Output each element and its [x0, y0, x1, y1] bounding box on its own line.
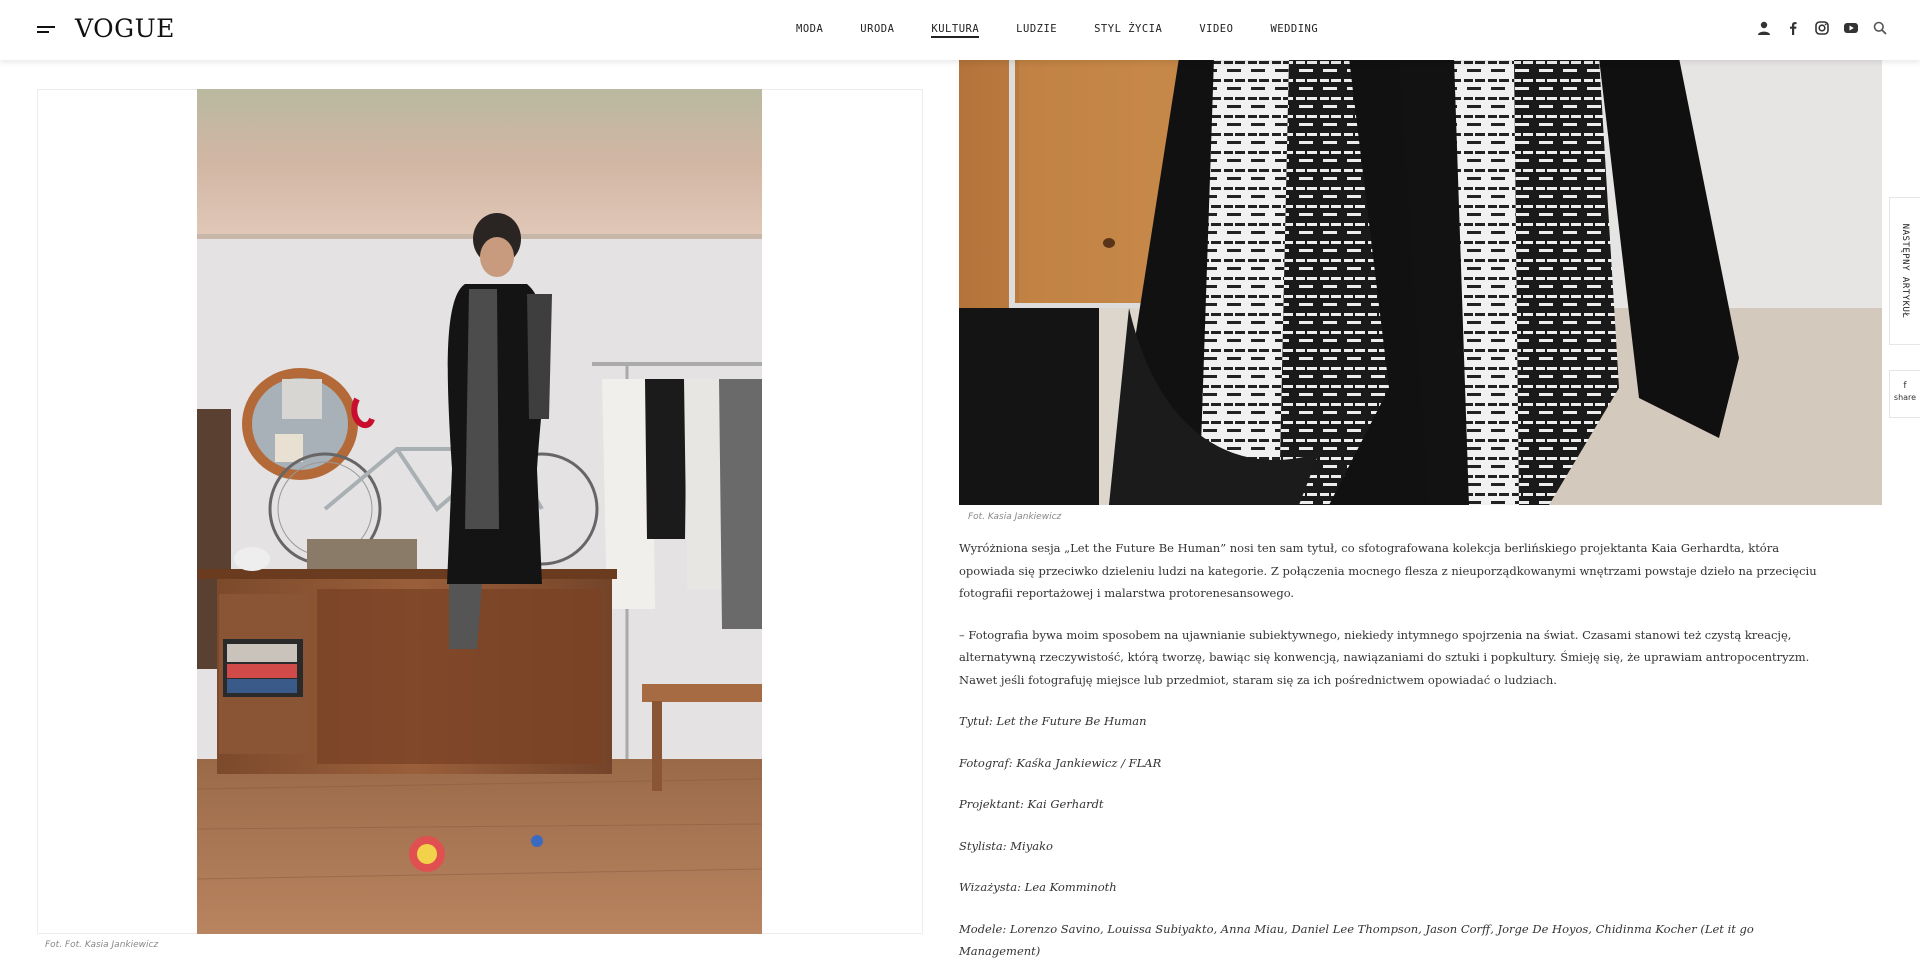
youtube-icon[interactable]: [1843, 20, 1859, 36]
credit-makeup-artist: Wizażysta: Lea Komminoth: [959, 880, 1117, 894]
instagram-icon[interactable]: [1814, 20, 1830, 36]
right-photo-caption: Fot. Kasia Jankiewicz: [968, 512, 1062, 522]
user-icon[interactable]: [1756, 20, 1772, 36]
photo-printed-coat-detail[interactable]: [959, 58, 1882, 505]
site-logo[interactable]: VOGUE: [75, 14, 175, 43]
nav-item-video[interactable]: VIDEO: [1199, 0, 1233, 60]
next-article-tab[interactable]: NASTĘPNY ARTYKUŁ: [1889, 197, 1920, 345]
facebook-share-icon: f: [1903, 381, 1907, 391]
credit-stylist: Stylista: Miyako: [959, 838, 1053, 853]
next-article-label: NASTĘPNY ARTYKUŁ: [1900, 223, 1910, 319]
site-header: VOGUE MODA URODA KULTURA LUDZIE STYL ŻYC…: [0, 0, 1920, 60]
main-nav: MODA URODA KULTURA LUDZIE STYL ŻYCIA VID…: [796, 0, 1355, 60]
nav-item-moda[interactable]: MODA: [796, 0, 823, 60]
article-paragraph: Wyróżniona sesja „Let the Future Be Huma…: [959, 541, 1817, 600]
search-icon[interactable]: [1872, 20, 1888, 36]
article-body: Wyróżniona sesja „Let the Future Be Huma…: [959, 537, 1839, 960]
nav-item-uroda[interactable]: URODA: [860, 0, 894, 60]
header-icons: [1756, 20, 1888, 36]
credit-title: Tytuł: Let the Future Be Human: [959, 714, 1147, 728]
article-paragraph: – Fotografia bywa moim sposobem na ujawn…: [959, 627, 1810, 687]
nav-item-styl-zycia[interactable]: STYL ŻYCIA: [1094, 0, 1162, 60]
credit-photographer: Fotograf: Kaśka Jankiewicz / FLAR: [959, 755, 1162, 770]
photo-printed-coat-detail-image: [959, 58, 1882, 505]
credit-designer: Projektant: Kai Gerhardt: [959, 797, 1104, 811]
hamburger-menu-icon[interactable]: [37, 26, 55, 36]
share-label: share: [1893, 393, 1917, 402]
share-button[interactable]: f share: [1889, 370, 1920, 418]
credit-models: Modele: Lorenzo Savino, Louissa Subiyakt…: [959, 921, 1754, 959]
photo-model-on-dresser[interactable]: [197, 89, 762, 934]
photo-model-on-dresser-image: [197, 89, 762, 934]
nav-item-kultura[interactable]: KULTURA: [931, 0, 979, 60]
left-photo-caption: Fot. Fot. Kasia Jankiewicz: [45, 940, 159, 950]
facebook-icon[interactable]: [1785, 20, 1801, 36]
nav-item-wedding[interactable]: WEDDING: [1270, 0, 1318, 60]
nav-item-ludzie[interactable]: LUDZIE: [1016, 0, 1057, 60]
